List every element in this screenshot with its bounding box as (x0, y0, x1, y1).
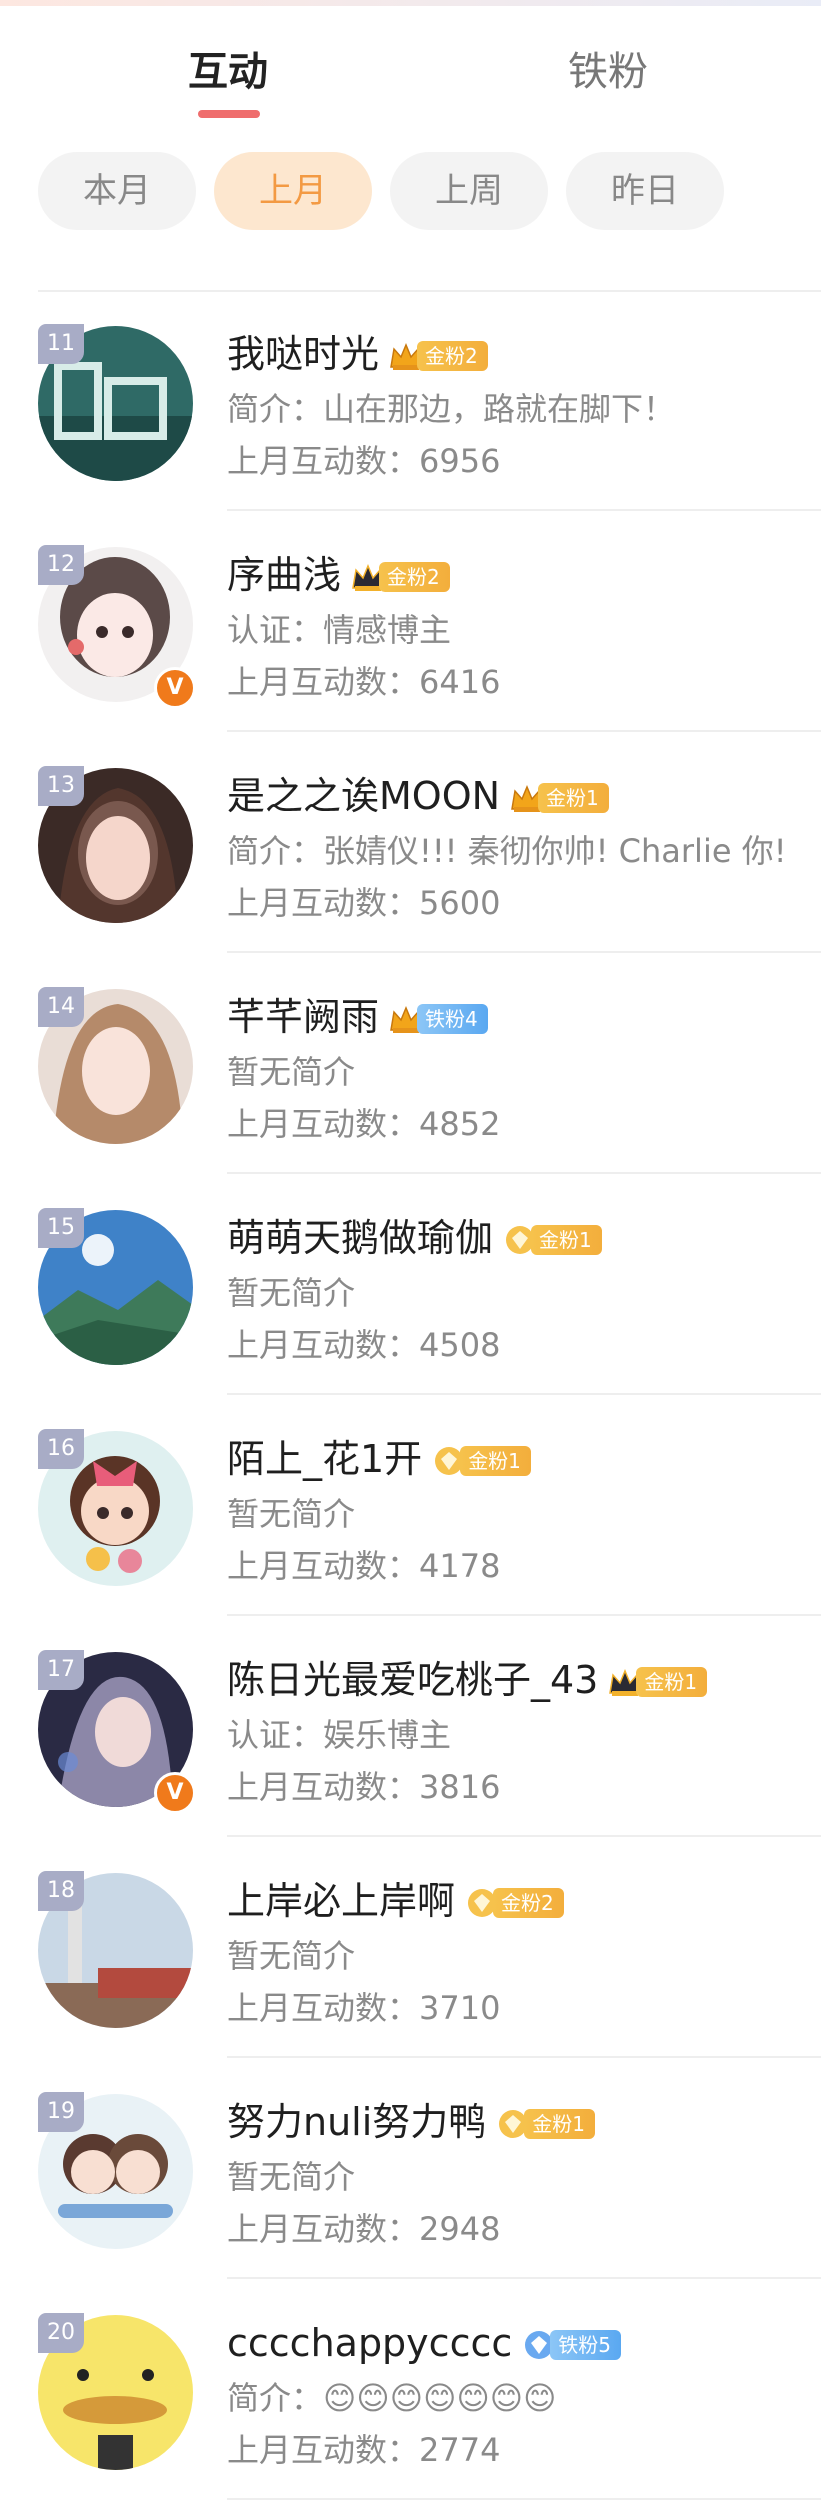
user-name[interactable]: 序曲浅 (227, 547, 341, 603)
user-name[interactable]: 陈日光最爱吃桃子_43 (227, 1652, 598, 1708)
fan-level-label: 金粉1 (460, 1446, 531, 1476)
user-name[interactable]: 陌上_花1开 (227, 1431, 422, 1487)
list-item[interactable]: 13 是之之诶MOON 金粉1 简介：张婧仪!!! 秦彻你帅! Charlie 你! 上… (0, 732, 821, 953)
fan-level-badge: 金粉2 (349, 558, 450, 592)
name-line: 序曲浅 金粉2 (227, 547, 450, 603)
name-line: 是之之诶MOON 金粉1 (227, 768, 609, 824)
name-line: 芊芊阙雨 铁粉4 (227, 989, 488, 1045)
list-item[interactable]: 18 上岸必上岸啊 金粉2 暂无简介上月互动数：3710 (0, 1837, 821, 2058)
user-bio: 暂无简介 (227, 2158, 356, 2196)
list-item[interactable]: 17 V 陈日光最爱吃桃子_43 金粉1 认证：娱乐博主上月互动数：3816 (0, 1616, 821, 1837)
verified-icon: V (154, 667, 196, 709)
fan-level-badge: 铁粉5 (520, 2326, 621, 2360)
user-bio: 简介：山在那边，路就在脚下！ (227, 390, 676, 428)
filter-last-month[interactable]: 上月 (214, 152, 372, 230)
user-bio: 认证：情感博主 (227, 611, 452, 649)
fan-level-label: 金粉1 (538, 783, 609, 813)
interaction-count: 上月互动数：6956 (227, 442, 501, 480)
interaction-count: 上月互动数：4852 (227, 1105, 501, 1143)
name-line: 陌上_花1开 金粉1 (227, 1431, 531, 1487)
fan-level-label: 铁粉5 (550, 2330, 621, 2360)
user-name[interactable]: 萌萌天鹅做瑜伽 (227, 1210, 493, 1266)
fan-level-label: 铁粉4 (417, 1004, 488, 1034)
fan-level-badge: 金粉1 (606, 1663, 708, 1697)
rank-badge: 11 (38, 324, 84, 364)
fan-level-badge: 金粉1 (508, 779, 609, 813)
verified-icon: V (154, 1772, 196, 1814)
user-bio: 暂无简介 (227, 1053, 356, 1091)
rank-badge: 15 (38, 1208, 84, 1248)
rank-badge: 18 (38, 1871, 84, 1911)
name-line: 上岸必上岸啊 金粉2 (227, 1873, 564, 1929)
fan-level-label: 金粉1 (524, 2109, 596, 2139)
fan-level-badge: 金粉2 (387, 337, 488, 371)
interaction-count: 上月互动数：3816 (227, 1768, 501, 1806)
interaction-count: 上月互动数：6416 (227, 663, 501, 701)
list-item[interactable]: 11 我哒时光 金粉2 简介：山在那边，路就在脚下！ 上月互动数：6956 (0, 290, 821, 511)
list-item[interactable]: 15 萌萌天鹅做瑜伽 金粉1 暂无简介上月互动数：4508 (0, 1174, 821, 1395)
row-divider (227, 2498, 821, 2500)
active-tab-indicator (198, 110, 260, 118)
fan-level-badge: 铁粉4 (387, 1000, 488, 1034)
list-item[interactable]: 19 努力nuli努力鸭 金粉1 暂无简介上月互动数：2948 (0, 2058, 821, 2279)
list-item[interactable]: 14 芊芊阙雨 铁粉4 暂无简介上月互动数：4852 (0, 953, 821, 1174)
fan-level-badge: 金粉1 (430, 1442, 531, 1476)
name-line: 努力nuli努力鸭 金粉1 (227, 2094, 596, 2150)
rank-badge: 19 (38, 2092, 84, 2132)
name-line: cccchappycccc 铁粉5 (227, 2315, 621, 2371)
rank-badge: 13 (38, 766, 84, 806)
fan-level-label: 金粉1 (636, 1667, 708, 1697)
rank-badge: 20 (38, 2313, 84, 2353)
filter-this-month[interactable]: 本月 (38, 152, 196, 230)
fan-level-label: 金粉1 (531, 1225, 602, 1255)
interaction-count: 上月互动数：2948 (227, 2210, 501, 2248)
user-bio: 简介：张婧仪!!! 秦彻你帅! Charlie 你! (227, 832, 787, 870)
fan-level-label: 金粉2 (493, 1888, 564, 1918)
rank-badge: 14 (38, 987, 84, 1027)
interaction-count: 上月互动数：5600 (227, 884, 501, 922)
interaction-count: 上月互动数：2774 (227, 2431, 501, 2469)
fan-level-badge: 金粉1 (494, 2105, 596, 2139)
filter-yesterday[interactable]: 昨日 (566, 152, 724, 230)
user-name[interactable]: 上岸必上岸啊 (227, 1873, 455, 1929)
fan-level-badge: 金粉2 (463, 1884, 564, 1918)
user-bio: 暂无简介 (227, 1937, 356, 1975)
user-bio: 认证：娱乐博主 (227, 1716, 452, 1754)
tab-iron-fans[interactable]: 铁粉 (568, 44, 648, 100)
top-gradient-bar (0, 0, 821, 6)
fan-level-badge: 金粉1 (501, 1221, 602, 1255)
user-name[interactable]: 我哒时光 (227, 326, 379, 382)
interaction-count: 上月互动数：4178 (227, 1547, 501, 1585)
rank-badge: 12 (38, 545, 84, 585)
user-name[interactable]: 努力nuli努力鸭 (227, 2094, 486, 2150)
fan-level-label: 金粉2 (379, 562, 450, 592)
tab-interaction[interactable]: 互动 (188, 44, 268, 100)
tab-bar: 互动 铁粉 (0, 36, 821, 126)
fan-level-label: 金粉2 (417, 341, 488, 371)
user-name[interactable]: 是之之诶MOON (227, 768, 500, 824)
name-line: 我哒时光 金粉2 (227, 326, 488, 382)
list-item[interactable]: 12 V 序曲浅 金粉2 认证：情感博主上月互动数：6416 (0, 511, 821, 732)
user-name[interactable]: cccchappycccc (227, 2315, 512, 2371)
list-item[interactable]: 20 cccchappycccc 铁粉5 简介：😊😊😊😊😊😊😊 上月互动数：2774 (0, 2279, 821, 2500)
user-bio: 暂无简介 (227, 1274, 356, 1312)
user-bio: 简介：😊😊😊😊😊😊😊 (227, 2379, 557, 2417)
filter-last-week[interactable]: 上周 (390, 152, 548, 230)
interaction-count: 上月互动数：3710 (227, 1989, 501, 2027)
rank-badge: 16 (38, 1429, 84, 1469)
list-item[interactable]: 16 陌上_花1开 金粉1 暂无简介上月互动数：4178 (0, 1395, 821, 1616)
interaction-count: 上月互动数：4508 (227, 1326, 501, 1364)
rank-badge: 17 (38, 1650, 84, 1690)
user-name[interactable]: 芊芊阙雨 (227, 989, 379, 1045)
name-line: 陈日光最爱吃桃子_43 金粉1 (227, 1652, 708, 1708)
name-line: 萌萌天鹅做瑜伽 金粉1 (227, 1210, 602, 1266)
user-bio: 暂无简介 (227, 1495, 356, 1533)
